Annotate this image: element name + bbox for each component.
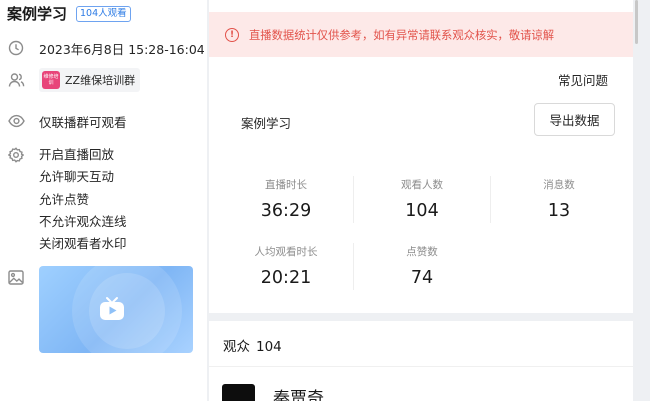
avatar[interactable] [222,384,255,401]
live-name: 案例学习 [241,116,292,131]
image-icon [7,268,25,286]
stat-label: 直播时长 [265,179,307,191]
audience-user-name[interactable]: 秦贾奇 [273,384,324,401]
warning-icon: ! [225,27,239,42]
group-chip[interactable]: 维修培训 ZZ维保培训群 [39,68,141,92]
title-row: 案例学习 104人观看 [7,3,131,24]
watch-permission-row: 仅联播群可观看 [7,112,127,131]
alert-message: 直播数据统计仅供参考，如有异常请联系观众核实，敬请谅解 [249,28,555,42]
audience-header: 观众 104 [223,335,282,355]
audience-count: 104 [256,339,282,355]
setting-item: 允许聊天互动 [39,169,115,185]
settings-row: 开启直播回放 允许聊天互动 允许点赞 不允许观众连线 关闭观看者水印 [7,144,127,255]
stat-messages: 消息数 13 [491,178,627,222]
stat-value: 104 [405,201,439,221]
export-data-button[interactable]: 导出数据 [534,103,615,136]
stat-value: 13 [547,201,571,221]
stat-likes: 点赞数 74 [354,245,490,289]
group-row: 维修培训 ZZ维保培训群 [7,68,141,92]
scrollbar-track[interactable] [633,0,650,401]
cover-row [7,268,39,286]
group-name: ZZ维保培训群 [65,74,136,87]
stat-live-duration: 直播时长 36:29 [218,178,354,222]
gear-icon [7,146,25,164]
stat-divider [353,243,354,290]
stat-label: 人均观看时长 [254,246,318,258]
live-info-panel: 案例学习 104人观看 2023年6月8日 15:28-16:04 维修培训 Z… [0,0,207,401]
stat-label: 观看人数 [401,179,443,191]
stat-viewers: 观看人数 104 [354,178,490,222]
group-logo: 维修培训 [42,71,60,89]
setting-item: 不允许观众连线 [39,213,127,229]
stat-value: 74 [410,268,434,288]
setting-item: 开启直播回放 [39,147,115,162]
stat-label: 点赞数 [406,246,438,258]
divider [209,366,633,367]
users-icon [7,71,25,89]
stat-value: 20:21 [260,268,312,288]
tv-icon [100,297,124,320]
data-disclaimer-alert: ! 直播数据统计仅供参考，如有异常请联系观众核实，敬请谅解 [209,12,633,57]
stat-value: 36:29 [260,201,312,221]
eye-icon [7,112,25,130]
time-row: 2023年6月8日 15:28-16:04 [7,39,205,58]
stat-divider [353,176,354,223]
live-time: 2023年6月8日 15:28-16:04 [39,42,205,57]
faq-link[interactable]: 常见问题 [558,70,608,89]
scrollbar-thumb[interactable] [635,0,638,44]
stat-label: 消息数 [543,179,575,191]
setting-item: 关闭观看者水印 [39,236,127,252]
cover-image[interactable] [39,266,193,353]
settings-list: 开启直播回放 允许聊天互动 允许点赞 不允许观众连线 关闭观看者水印 [39,144,127,255]
stat-avg-watch-time: 人均观看时长 20:21 [218,245,354,289]
clock-icon [7,39,25,57]
setting-item: 允许点赞 [39,191,90,207]
page-title: 案例学习 [7,5,68,23]
views-badge: 104人观看 [76,5,131,22]
watch-permission: 仅联播群可观看 [39,115,127,130]
audience-label: 观众 [223,339,250,355]
stat-divider [490,176,491,223]
